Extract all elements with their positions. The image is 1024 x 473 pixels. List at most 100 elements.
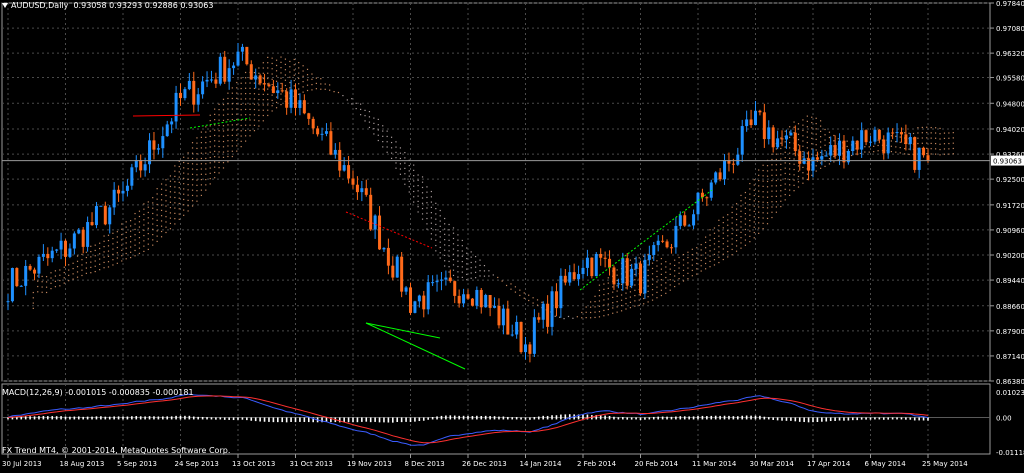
cloud-dot [121,260,123,262]
candle-body [422,295,426,310]
cloud-dot [85,251,87,253]
candle-body [214,79,218,84]
macd-histogram-bar [710,415,713,420]
cloud-dot [811,174,813,176]
cloud-dot [691,248,693,250]
cloud-dot [722,227,724,229]
cloud-dot [483,270,486,272]
cloud-dot [594,311,596,313]
cloud-dot [824,128,826,131]
cloud-dot [275,107,278,109]
cloud-dot [169,212,172,214]
cloud-dot [421,192,424,194]
cloud-dot [457,234,459,236]
cloud-dot [758,222,760,224]
candle-body [767,127,771,140]
candle-body [355,184,359,193]
cloud-dot [408,186,410,188]
cloud-dot [904,148,906,150]
cloud-dot [700,249,702,251]
chart-window[interactable]: 0.97840 0.97080 0.96320 0.95580 0.94800 0.940… [0,0,1024,469]
cloud-dot [620,289,623,291]
cloud-dot [735,203,738,205]
cloud-dot [532,297,534,299]
cloud-dot [740,200,742,202]
candle-body [395,256,399,278]
candle-body [908,137,912,145]
cloud-dot [762,227,764,230]
cloud-dot [775,174,777,176]
cloud-dot [691,253,693,256]
cloud-dot [846,145,848,148]
cloud-dot [554,315,556,317]
cloud-dot [315,82,317,85]
cloud-dot [740,237,742,239]
macd-histogram-bar [622,417,624,420]
cloud-dot [209,156,211,159]
cloud-dot [364,115,366,117]
cloud-dot [174,181,176,183]
price-chart[interactable]: 0.978400.970800.963200.955800.948000.940… [0,0,1024,469]
cloud-dot [802,140,804,142]
candle-body [280,90,284,92]
cloud-dot [227,155,229,158]
cloud-dot [616,300,618,303]
cloud-dot [165,194,167,197]
cloud-dot [395,141,397,143]
cloud-dot [152,207,154,209]
cloud-dot [152,228,154,230]
macd-histogram-bar [281,417,284,423]
cloud-dot [590,311,592,314]
candle-body [789,132,793,136]
cloud-dot [417,184,419,187]
cloud-dot [178,202,180,205]
cloud-dot [311,89,313,91]
cloud-dot [262,99,264,101]
cloud-dot [603,288,605,290]
cloud-dot [156,230,158,232]
cloud-dot [678,262,680,264]
cloud-dot [594,295,596,297]
cloud-dot [138,231,141,233]
cloud-dot [130,220,132,222]
cloud-dot [408,165,410,167]
cloud-dot [598,300,601,302]
cloud-dot [647,264,649,266]
macd-histogram-bar [38,416,40,420]
cloud-dot [899,136,901,138]
macd-histogram-bar [511,417,514,420]
cloud-dot [165,210,167,212]
macd-histogram-bar [197,416,199,420]
cloud-dot [116,262,118,264]
cloud-dot [399,157,402,160]
cloud-dot [771,211,773,213]
cloud-dot [236,134,238,136]
cloud-dot [390,147,393,149]
cloud-dot [727,214,729,216]
cloud-dot [90,245,92,247]
macd-histogram-bar [201,416,204,420]
cloud-dot [457,265,459,268]
cloud-dot [72,267,74,270]
macd-histogram-bar [157,416,160,420]
cloud-dot [156,188,158,190]
cloud-dot [231,118,233,121]
cloud-dot [926,153,928,155]
cloud-dot [660,263,662,265]
cloud-dot [222,119,225,122]
cloud-dot [731,222,733,224]
cloud-dot [475,255,477,258]
cloud-dot [766,217,769,220]
cloud-dot [253,130,256,132]
cloud-dot [275,101,278,104]
dropdown-triangle-icon[interactable] [2,3,8,8]
macd-histogram-bar [754,415,757,420]
cloud-dot [426,228,428,230]
cloud-dot [240,77,242,79]
cloud-dot [200,131,202,133]
cloud-dot [209,141,211,143]
cloud-dot [160,225,163,227]
cloud-dot [178,171,180,173]
cloud-dot [191,168,194,170]
cloud-dot [249,124,251,126]
